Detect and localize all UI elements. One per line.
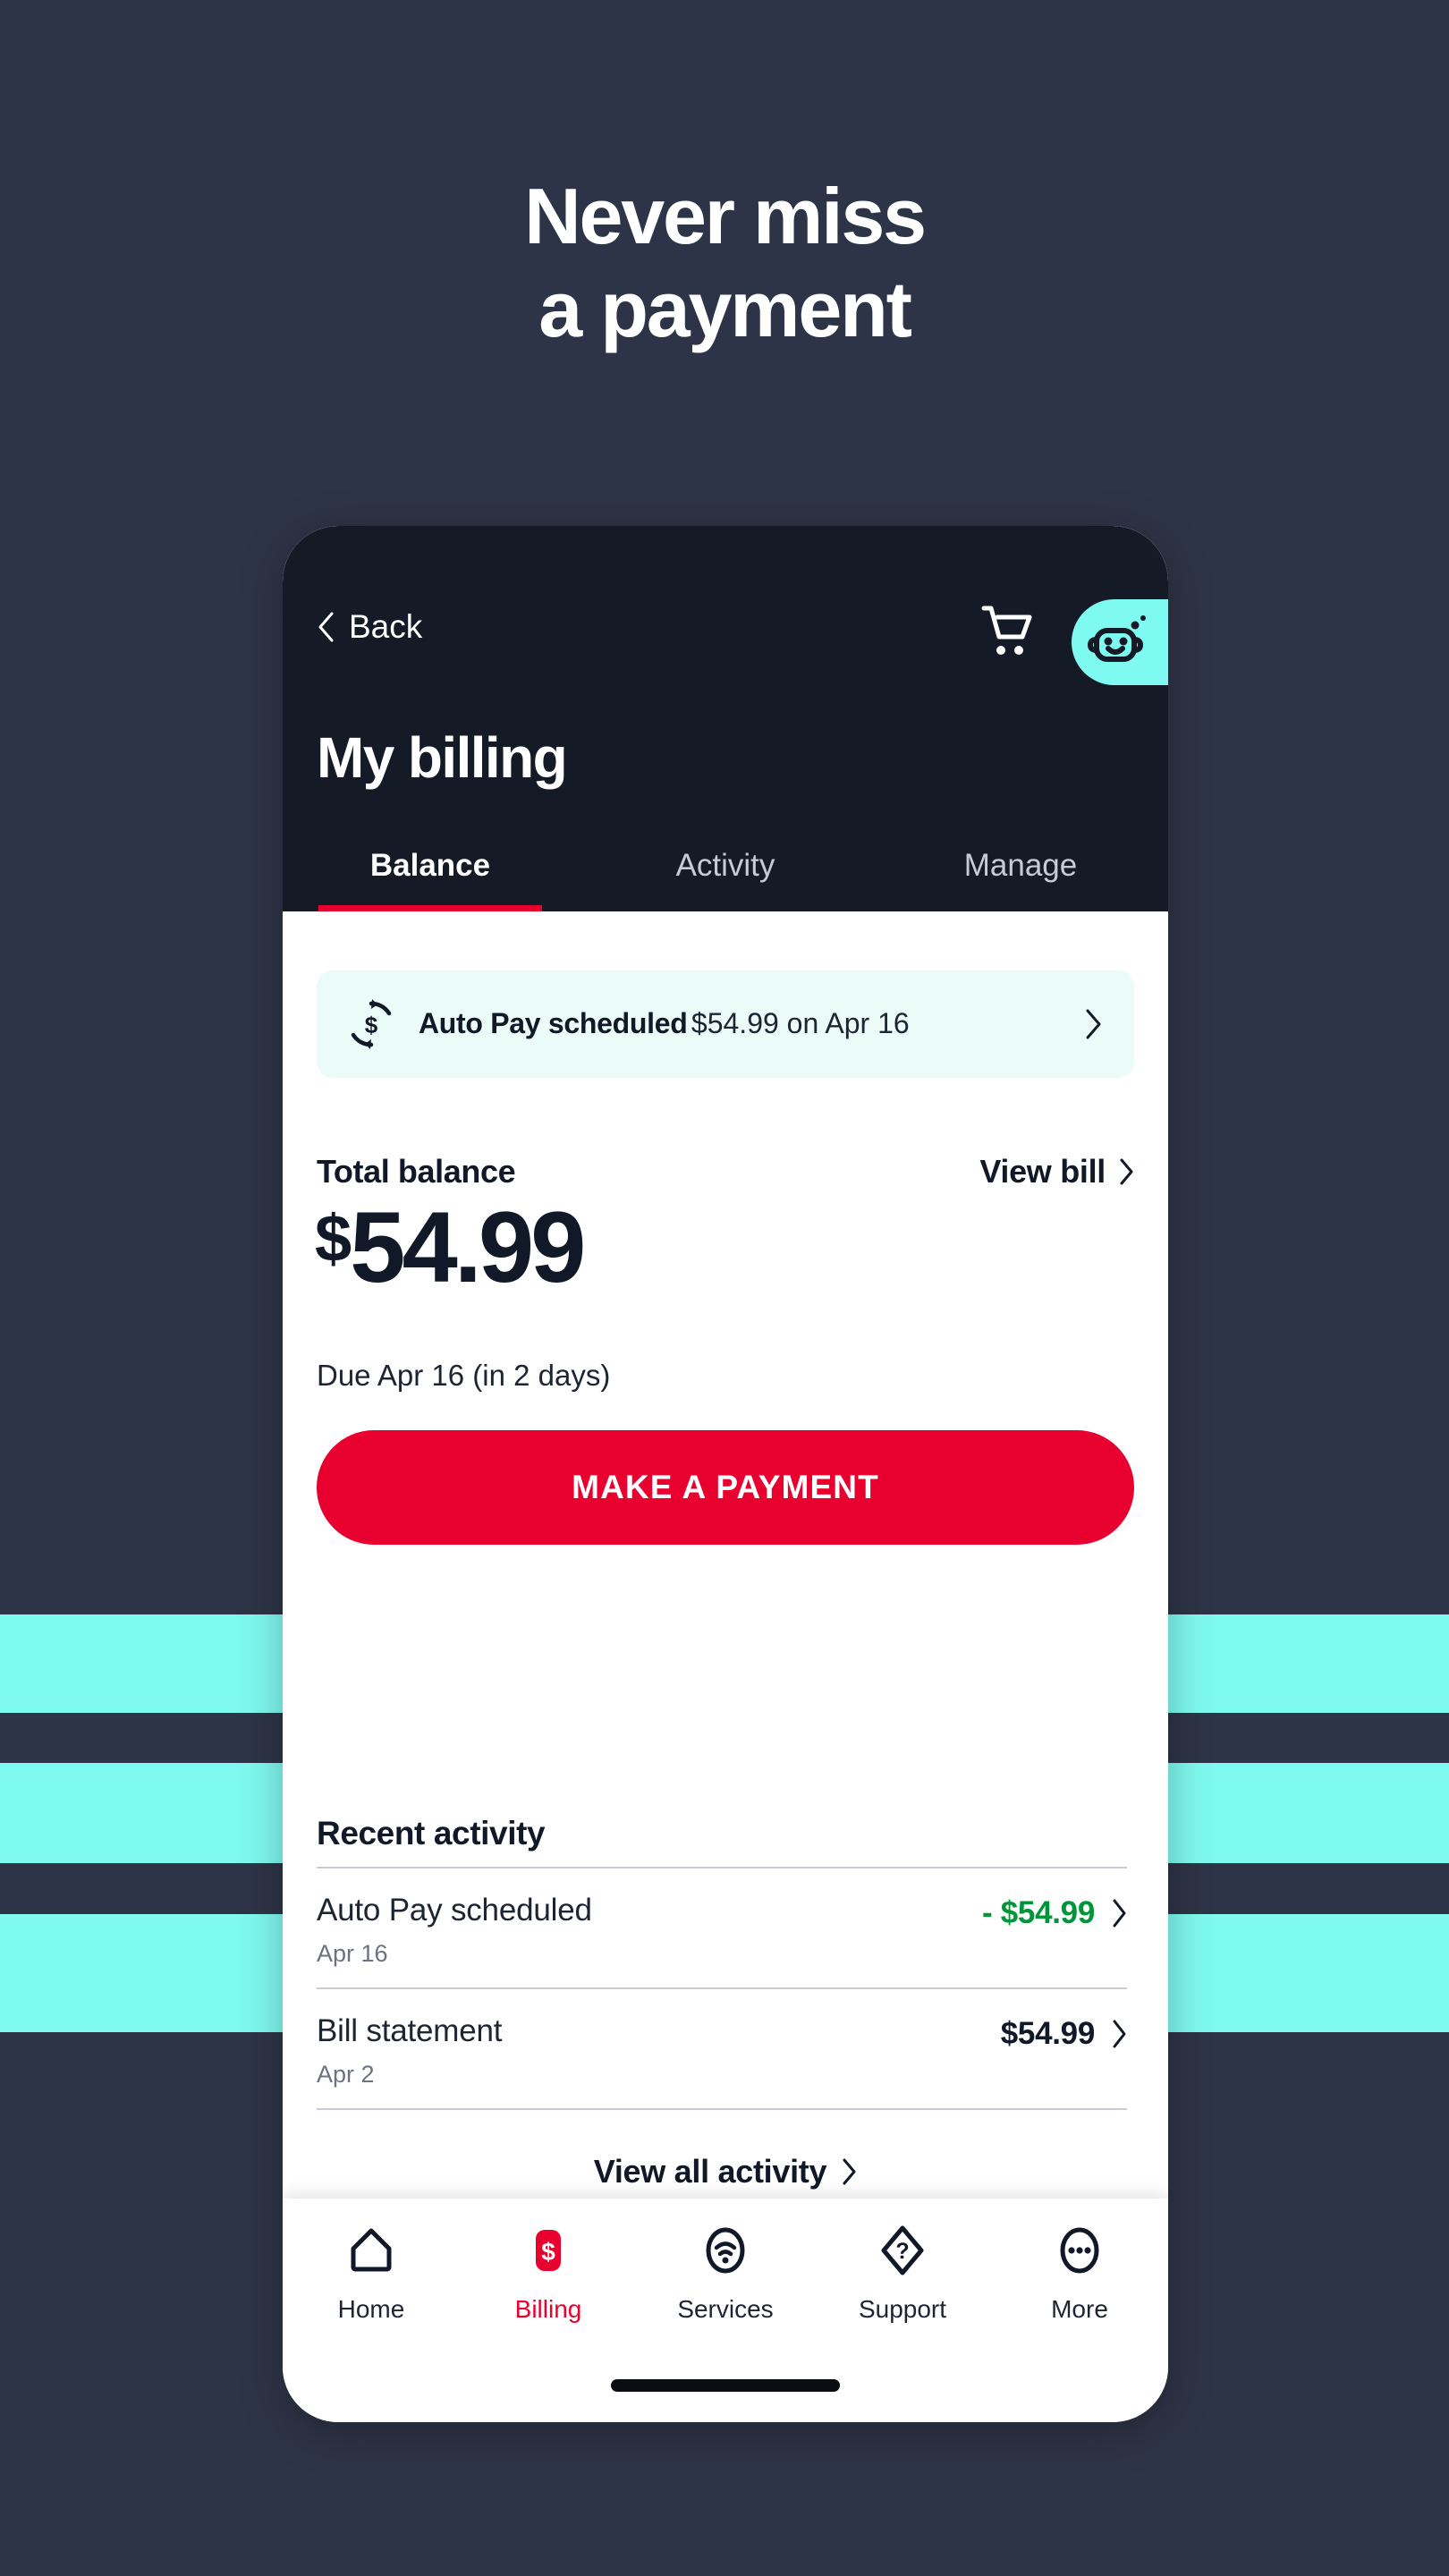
autopay-banner-subtitle: $54.99 on Apr 16: [691, 1007, 910, 1040]
activity-row-info: Auto Pay scheduled Apr 16: [317, 1892, 592, 1968]
phone-mockup: Back My billing Balance Activity Manage …: [283, 526, 1168, 2422]
view-all-activity-label: View all activity: [593, 2153, 827, 2190]
nav-item-billing-label: Billing: [514, 2295, 582, 2323]
activity-row-amount: - $54.99: [981, 1895, 1095, 1930]
page-title: My billing: [317, 725, 568, 790]
support-question-icon: ?: [877, 2222, 928, 2279]
nav-item-more[interactable]: More: [995, 2222, 1165, 2324]
tab-activity[interactable]: Activity: [578, 845, 873, 911]
balance-amount: $ 54.99: [315, 1191, 586, 1303]
app-header: Back My billing Balance Activity Manage: [283, 526, 1168, 911]
activity-row-name: Auto Pay scheduled: [317, 1893, 592, 1928]
activity-row-date: Apr 16: [317, 1940, 388, 1967]
nav-item-billing[interactable]: $ Billing: [463, 2222, 633, 2324]
table-row[interactable]: Auto Pay scheduled Apr 16 - $54.99: [317, 1867, 1127, 1987]
activity-row-info: Bill statement Apr 2: [317, 2012, 502, 2089]
back-button-label: Back: [349, 608, 423, 645]
chevron-right-icon: [1111, 1899, 1127, 1928]
nav-item-services[interactable]: Services: [640, 2222, 810, 2324]
tab-manage[interactable]: Manage: [873, 845, 1168, 911]
svg-text:$: $: [541, 2238, 555, 2266]
autopay-banner-text: Auto Pay scheduled $54.99 on Apr 16: [419, 1005, 1084, 1043]
recent-activity-title: Recent activity: [317, 1815, 546, 1852]
app-nav-row: Back: [283, 590, 1168, 689]
table-row[interactable]: Bill statement Apr 2 $54.99: [317, 1987, 1127, 2108]
chevron-right-icon: [1118, 1158, 1134, 1185]
chevron-right-icon: [841, 2158, 857, 2185]
shopping-cart-icon[interactable]: [979, 603, 1034, 660]
nav-item-more-label: More: [1051, 2295, 1108, 2323]
app-content: $ Auto Pay scheduled $54.99 on Apr 16 To…: [283, 911, 1168, 2422]
view-bill-link[interactable]: View bill: [979, 1153, 1134, 1191]
svg-text:$: $: [365, 1012, 378, 1038]
activity-row-amount-group: - $54.99: [982, 1892, 1127, 1931]
balance-amount-value: 54.99: [350, 1191, 586, 1303]
billing-dollar-icon: $: [522, 2222, 574, 2279]
activity-list-divider: [317, 2108, 1127, 2110]
activity-row-date: Apr 2: [317, 2061, 375, 2088]
view-all-activity-link[interactable]: View all activity: [283, 2153, 1168, 2190]
nav-item-support[interactable]: ? Support: [818, 2222, 987, 2324]
more-ellipsis-icon: [1054, 2222, 1106, 2279]
autopay-banner-title: Auto Pay scheduled: [419, 1007, 688, 1040]
chevron-right-icon: [1111, 2020, 1127, 2048]
home-icon: [345, 2222, 397, 2279]
recent-activity-list: Auto Pay scheduled Apr 16 - $54.99 Bill …: [317, 1867, 1127, 2110]
activity-row-amount: $54.99: [1000, 2016, 1096, 2051]
chevron-right-icon: [1084, 1009, 1102, 1039]
nav-item-home-label: Home: [337, 2295, 405, 2323]
services-wifi-icon: [699, 2222, 751, 2279]
balance-header-row: Total balance View bill: [317, 1153, 1134, 1191]
home-indicator: [611, 2379, 840, 2392]
due-date-text: Due Apr 16 (in 2 days): [317, 1359, 611, 1392]
tab-bar: Balance Activity Manage: [283, 845, 1168, 911]
tab-balance-label: Balance: [369, 848, 491, 883]
nav-item-support-label: Support: [858, 2295, 947, 2323]
tab-manage-label: Manage: [963, 848, 1078, 883]
currency-symbol: $: [315, 1201, 352, 1275]
robot-assistant-icon[interactable]: [1072, 599, 1168, 685]
make-a-payment-button[interactable]: MAKE A PAYMENT: [317, 1430, 1134, 1545]
hero-headline-line2: a payment: [538, 264, 912, 353]
nav-item-home[interactable]: Home: [286, 2222, 456, 2324]
tab-balance[interactable]: Balance: [283, 845, 578, 911]
svg-text:?: ?: [895, 2239, 909, 2264]
total-balance-label: Total balance: [317, 1153, 516, 1190]
autopay-dollar-refresh-icon: $: [345, 998, 397, 1050]
hero-headline: Never miss a payment: [0, 170, 1449, 356]
activity-row-amount-group: $54.99: [1001, 2012, 1127, 2052]
nav-item-services-label: Services: [677, 2295, 774, 2323]
tab-activity-label: Activity: [675, 848, 775, 883]
activity-row-name: Bill statement: [317, 2013, 503, 2048]
hero-headline-line1: Never miss: [524, 172, 927, 260]
back-button[interactable]: Back: [317, 608, 422, 646]
view-bill-label: View bill: [979, 1153, 1106, 1190]
chevron-left-icon: [317, 612, 335, 642]
autopay-banner[interactable]: $ Auto Pay scheduled $54.99 on Apr 16: [317, 970, 1134, 1078]
